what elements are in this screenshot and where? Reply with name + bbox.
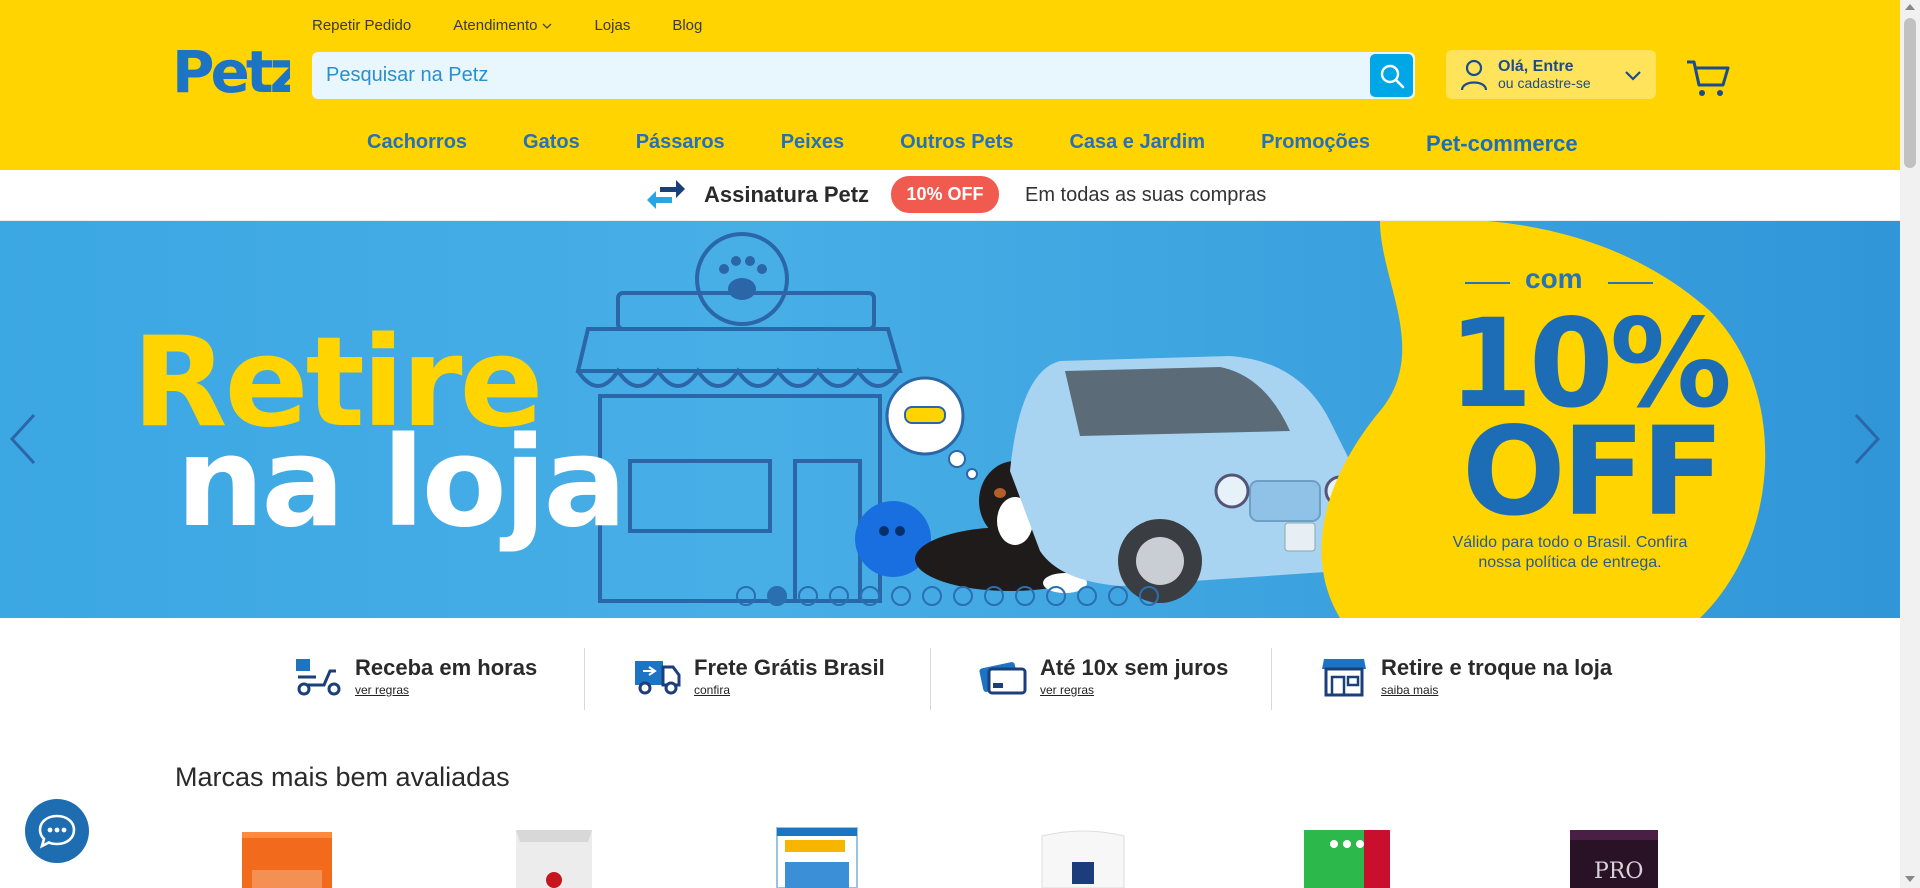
top-links: Repetir Pedido Atendimento Lojas Blog — [312, 17, 702, 34]
top-link-support[interactable]: Atendimento — [453, 17, 552, 34]
store-icon — [1322, 659, 1366, 697]
category-promotions[interactable]: Promoções — [1261, 131, 1370, 157]
search-bar — [312, 52, 1415, 99]
carousel-dot[interactable] — [829, 586, 849, 606]
search-input[interactable] — [312, 52, 1367, 99]
benefit-free-shipping[interactable]: Frete Grátis Brasil confira — [633, 640, 885, 712]
petz-logo[interactable]: Petz — [172, 36, 305, 106]
search-icon — [1380, 64, 1404, 88]
cart-icon[interactable] — [1686, 58, 1730, 98]
subscription-badge: 10% OFF — [891, 176, 999, 213]
logo-wordmark: Petz — [172, 38, 290, 104]
carousel-dot[interactable] — [922, 586, 942, 606]
category-birds[interactable]: Pássaros — [636, 131, 725, 157]
subscription-arrows-icon — [647, 180, 685, 209]
top-link-blog[interactable]: Blog — [672, 17, 702, 34]
carousel-dot[interactable] — [1108, 586, 1128, 606]
site-header: Petz Repetir Pedido Atendimento Lojas Bl… — [0, 0, 1900, 170]
delivery-scooter-icon — [296, 659, 341, 696]
brand-card-hills[interactable] — [1036, 826, 1130, 888]
category-other-pets[interactable]: Outros Pets — [900, 131, 1013, 157]
account-menu[interactable]: Olá, Entre ou cadastre-se — [1446, 50, 1656, 99]
top-link-repeat-order[interactable]: Repetir Pedido — [312, 17, 411, 34]
divider — [584, 648, 585, 710]
carousel-dot[interactable] — [736, 586, 756, 606]
account-greeting: Olá, Entre — [1498, 57, 1574, 75]
brand-product-image — [776, 827, 858, 888]
brand-product-image — [242, 832, 332, 888]
carousel-dot[interactable] — [1015, 586, 1035, 606]
brands-section-title: Marcas mais bem avaliadas — [175, 762, 510, 792]
benefit-link[interactable]: confira — [694, 683, 885, 697]
chevron-down-icon — [543, 23, 552, 29]
scrollbar-thumb[interactable] — [1904, 18, 1916, 168]
divider — [930, 648, 931, 710]
subscription-title: Assinatura Petz — [704, 182, 870, 207]
category-home-garden[interactable]: Casa e Jardim — [1069, 131, 1205, 157]
benefit-title: Até 10x sem juros — [1040, 655, 1229, 680]
credit-card-icon — [979, 662, 1027, 695]
benefit-link[interactable]: saiba mais — [1381, 683, 1612, 697]
benefit-title: Retire e troque na loja — [1381, 655, 1613, 680]
subscription-strip[interactable]: Assinatura Petz 10% OFF Em todas as suas… — [0, 170, 1900, 221]
brand-product-image — [1304, 830, 1390, 888]
carousel-dot[interactable] — [953, 586, 973, 606]
carousel-prev-arrow-icon[interactable] — [8, 411, 38, 467]
benefit-link[interactable]: ver regras — [355, 683, 537, 697]
benefits-bar: Receba em horas ver regras Frete Grátis … — [0, 640, 1900, 712]
carousel-dots — [736, 586, 1159, 606]
carousel-dot[interactable] — [860, 586, 880, 606]
carousel-dot[interactable] — [1077, 586, 1097, 606]
carousel-dot[interactable] — [984, 586, 1004, 606]
benefit-store-pickup[interactable]: Retire e troque na loja saiba mais — [1320, 640, 1612, 712]
top-link-stores[interactable]: Lojas — [594, 17, 630, 34]
brand-card-petz[interactable] — [1300, 826, 1394, 888]
brand-card-golden[interactable] — [240, 826, 334, 888]
chat-bubble-icon — [38, 814, 76, 849]
brand-product-image — [1041, 830, 1125, 888]
brand-product-image: PRO — [1570, 830, 1658, 888]
subscription-text: Em todas as suas compras — [1025, 184, 1267, 206]
carousel-dot[interactable] — [1139, 586, 1159, 606]
category-fish[interactable]: Peixes — [781, 131, 844, 157]
carousel-dot[interactable] — [798, 586, 818, 606]
carousel-dot[interactable] — [1046, 586, 1066, 606]
delivery-truck-icon — [635, 661, 681, 695]
category-dogs[interactable]: Cachorros — [367, 131, 467, 157]
brand-card-royal-canin[interactable] — [512, 826, 596, 888]
banner-headline-line2: na loja — [176, 411, 627, 555]
benefit-link[interactable]: ver regras — [1040, 683, 1228, 697]
banner-promo-prefix: com — [1525, 263, 1583, 294]
benefit-fast-delivery[interactable]: Receba em horas ver regras — [294, 640, 537, 712]
brand-card-pro-plan[interactable]: PRO — [1564, 826, 1664, 888]
benefit-installments[interactable]: Até 10x sem juros ver regras — [979, 640, 1228, 712]
category-pet-commerce[interactable]: Pet-commerce — [1426, 131, 1578, 157]
category-nav: Cachorros Gatos Pássaros Peixes Outros P… — [367, 131, 1634, 157]
banner-promo-note: Válido para todo o Brasil. Confira nossa… — [1452, 534, 1688, 571]
brand-product-image — [516, 830, 592, 888]
chevron-down-icon — [1625, 71, 1641, 81]
search-button[interactable] — [1370, 54, 1413, 97]
divider — [1271, 648, 1272, 710]
carousel-dot[interactable] — [767, 586, 787, 606]
brand-card-bravecto[interactable] — [775, 826, 859, 888]
chat-button[interactable] — [25, 799, 89, 863]
benefit-title: Frete Grátis Brasil — [694, 655, 885, 680]
banner-promo-off: OFF — [1462, 401, 1724, 543]
carousel-dot[interactable] — [891, 586, 911, 606]
benefit-title: Receba em horas — [355, 655, 538, 680]
carousel-next-arrow-icon[interactable] — [1852, 411, 1882, 467]
page-scrollbar[interactable] — [1900, 0, 1920, 888]
scroll-up-arrow-icon[interactable] — [1905, 4, 1915, 10]
svg-text:PRO: PRO — [1594, 859, 1643, 884]
scroll-down-arrow-icon[interactable] — [1905, 876, 1915, 882]
account-subtext: ou cadastre-se — [1498, 74, 1591, 91]
hero-banner[interactable]: Retire na loja com 10% OFF Válido para t… — [0, 221, 1900, 618]
category-cats[interactable]: Gatos — [523, 131, 580, 157]
user-icon — [1460, 59, 1488, 90]
top-link-support-label: Atendimento — [453, 17, 538, 34]
